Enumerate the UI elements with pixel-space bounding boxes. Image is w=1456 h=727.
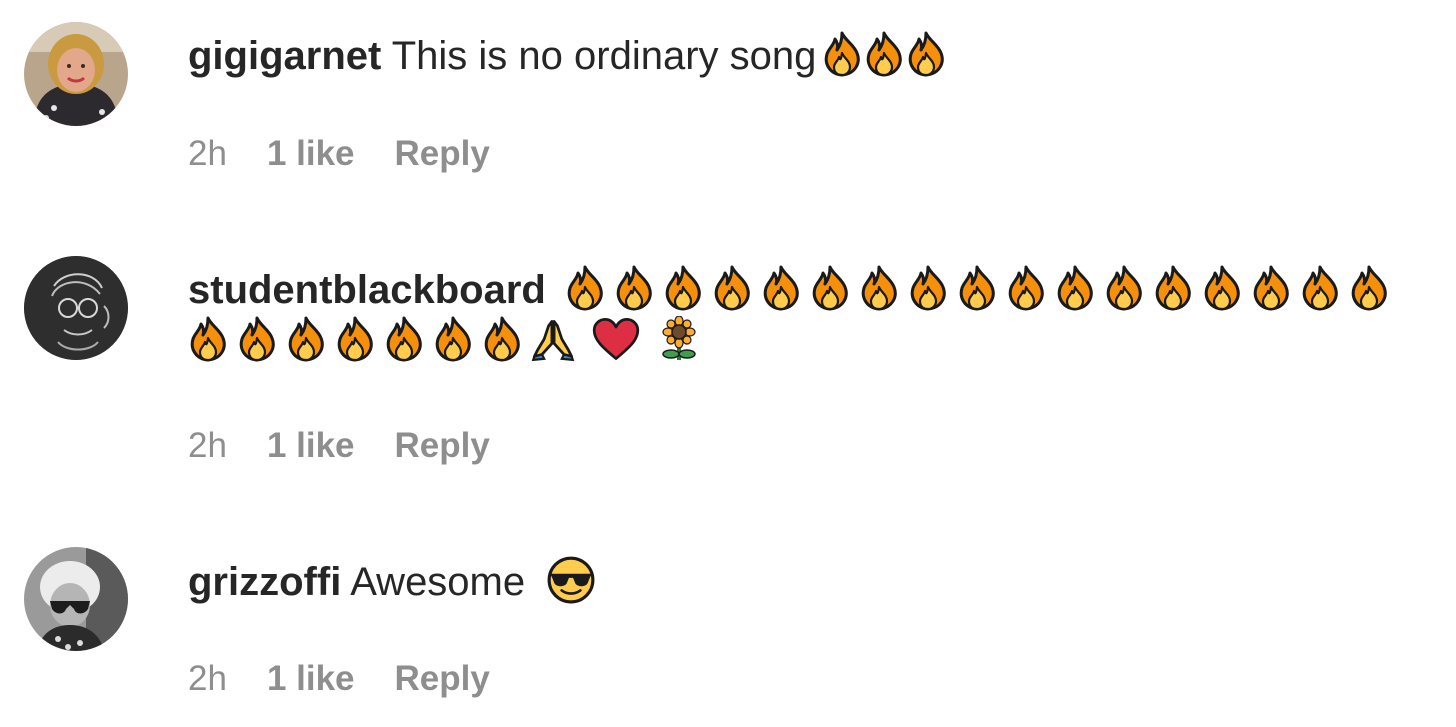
comment-text-line: gigigarnet This is no ordinary song — [188, 32, 1436, 81]
emoji-group — [822, 39, 946, 77]
fire-emoji — [1202, 265, 1242, 311]
timestamp: 2h — [188, 426, 227, 465]
comment-text-line: grizzoffi Awesome — [188, 558, 1436, 607]
fire-emoji — [864, 31, 904, 77]
fire-emoji — [1006, 265, 1046, 311]
avatar[interactable] — [24, 256, 128, 360]
fire-emoji — [1153, 265, 1193, 311]
fire-emoji — [822, 31, 862, 77]
emoji-group — [565, 273, 1389, 311]
red-heart-emoji — [592, 317, 640, 361]
fire-emoji — [384, 316, 424, 362]
likes-count[interactable]: 1 like — [267, 659, 355, 699]
likes-count[interactable]: 1 like — [267, 426, 355, 466]
emoji-group — [188, 324, 701, 362]
fire-emoji — [1055, 265, 1095, 311]
reply-button[interactable]: Reply — [395, 659, 490, 699]
comment-meta: 2h 1 like Reply — [188, 426, 490, 466]
fire-emoji — [237, 316, 277, 362]
fire-emoji — [906, 31, 946, 77]
fire-emoji — [957, 265, 997, 311]
reply-button[interactable]: Reply — [395, 426, 490, 466]
fire-emoji — [761, 265, 801, 311]
sunflower-emoji — [657, 316, 701, 362]
emoji-group — [546, 563, 596, 605]
reply-button[interactable]: Reply — [395, 134, 490, 174]
fire-emoji — [908, 265, 948, 311]
username[interactable]: studentblackboard — [188, 268, 546, 312]
fire-emoji — [1300, 265, 1340, 311]
fire-emoji — [1251, 265, 1291, 311]
folded-hands-emoji — [531, 317, 575, 361]
fire-emoji — [1104, 265, 1144, 311]
fire-emoji — [810, 265, 850, 311]
fire-emoji — [565, 265, 605, 311]
fire-emoji — [188, 316, 228, 362]
timestamp: 2h — [188, 659, 227, 698]
fire-emoji — [712, 265, 752, 311]
sunglasses-face-emoji — [546, 555, 596, 605]
fire-emoji — [614, 265, 654, 311]
fire-emoji — [1349, 265, 1389, 311]
fire-emoji — [482, 316, 522, 362]
comment-text-line: studentblackboard — [188, 266, 1436, 315]
fire-emoji — [859, 265, 899, 311]
comments-list: gigigarnet This is no ordinary song 2h 1… — [0, 0, 1456, 727]
avatar[interactable] — [24, 22, 128, 126]
username[interactable]: grizzoffi — [188, 560, 341, 604]
fire-emoji — [335, 316, 375, 362]
timestamp: 2h — [188, 134, 227, 173]
comment-text-line — [188, 317, 1436, 366]
fire-emoji — [433, 316, 473, 362]
avatar[interactable] — [24, 547, 128, 651]
fire-emoji — [286, 316, 326, 362]
comment-meta: 2h 1 like Reply — [188, 659, 490, 699]
comment-meta: 2h 1 like Reply — [188, 134, 490, 174]
username[interactable]: gigigarnet — [188, 34, 381, 78]
comment-text: This is no ordinary song — [391, 34, 817, 78]
fire-emoji — [663, 265, 703, 311]
comment-text: Awesome — [350, 560, 526, 604]
likes-count[interactable]: 1 like — [267, 134, 355, 174]
